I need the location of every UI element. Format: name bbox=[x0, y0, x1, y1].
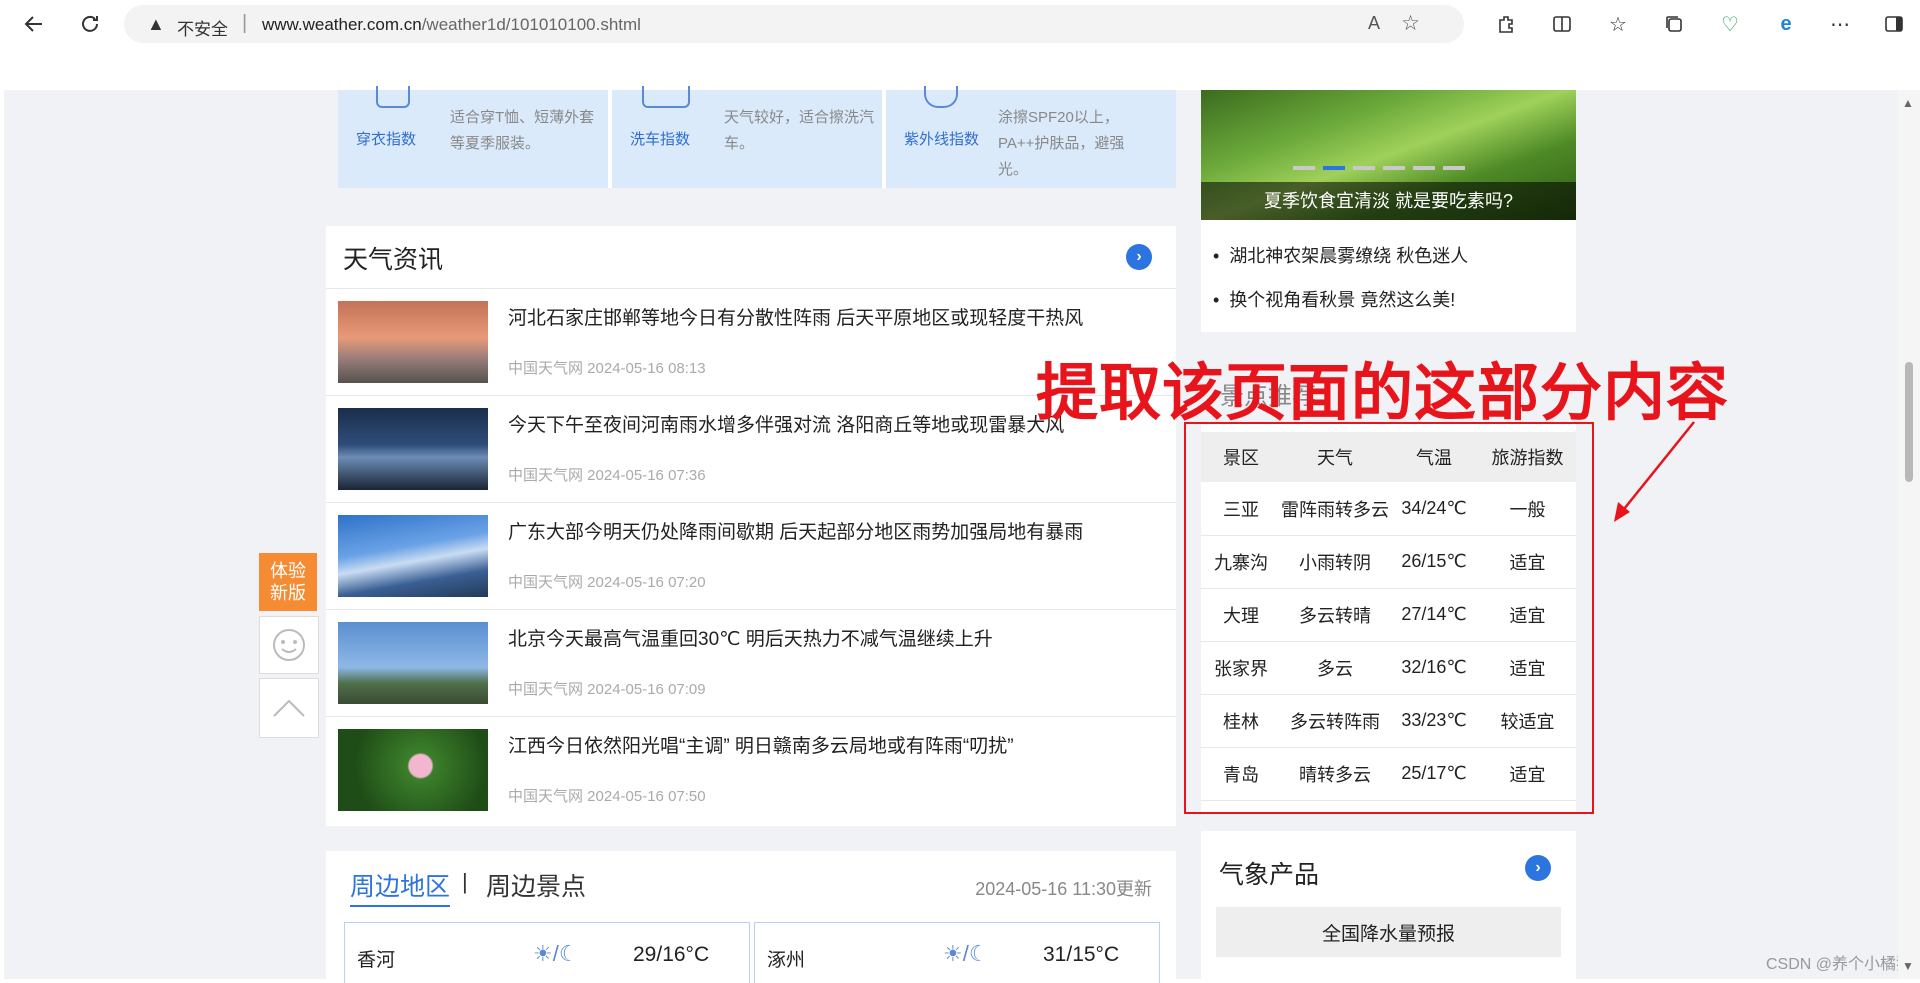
tab-nearby-areas[interactable]: 周边地区 bbox=[350, 867, 451, 907]
feature-photo[interactable]: 夏季饮食宜清淡 就是要吃素吗? bbox=[1201, 90, 1576, 220]
index-desc: 适合穿T恤、短薄外套等夏季服装。 bbox=[450, 109, 595, 152]
news-item[interactable]: 广东大部今明天仍处降雨间歇期 后天起部分地区雨势加强局地有暴雨 中国天气网 20… bbox=[326, 502, 1176, 609]
shirt-icon bbox=[376, 86, 410, 108]
favorite-icon[interactable]: ☆ bbox=[1401, 11, 1420, 36]
address-bar[interactable]: ▲ 不安全 | www.weather.com.cn/weather1d/101… bbox=[124, 5, 1464, 43]
news-headline[interactable]: 江西今日依然阳光唱“主调” 明日赣南多云局地或有阵雨“叨扰” bbox=[508, 731, 1014, 758]
city-temp: 29/16°C bbox=[633, 943, 710, 966]
sidebar-icon[interactable] bbox=[1880, 10, 1908, 38]
carousel-dot[interactable] bbox=[1353, 166, 1375, 170]
news-section-title: 天气资讯 bbox=[343, 246, 444, 274]
scroll-up-icon[interactable]: ▲ bbox=[1902, 96, 1914, 110]
city-weather-item[interactable]: 涿州 ☀/☾ 31/15°C bbox=[754, 922, 1160, 983]
index-label: 洗车指数 bbox=[630, 131, 691, 148]
feature-caption[interactable]: 夏季饮食宜清淡 就是要吃素吗? bbox=[1201, 182, 1576, 220]
news-thumbnail[interactable] bbox=[338, 622, 488, 704]
moon-icon: ☾ bbox=[558, 941, 579, 966]
collections-icon[interactable] bbox=[1660, 10, 1688, 38]
favorites-list-icon[interactable]: ☆ bbox=[1604, 10, 1632, 38]
scroll-down-icon[interactable]: ▼ bbox=[1902, 959, 1914, 973]
split-screen-icon[interactable] bbox=[1548, 10, 1576, 38]
news-meta: 中国天气网 2024-05-16 07:09 bbox=[508, 681, 706, 698]
feature-link[interactable]: 换个视角看秋景 竟然这么美! bbox=[1213, 286, 1455, 312]
sun-cloud-icon: ☀ bbox=[943, 941, 963, 966]
more-icon[interactable]: ⋯ bbox=[1826, 10, 1854, 38]
news-meta: 中国天气网 2024-05-16 08:13 bbox=[508, 360, 706, 377]
news-headline[interactable]: 今天下午至夜间河南雨水增多伴强对流 洛阳商丘等地或现雷暴大风 bbox=[508, 410, 1064, 437]
news-headline[interactable]: 广东大部今明天仍处降雨间歇期 后天起部分地区雨势加强局地有暴雨 bbox=[508, 517, 1083, 544]
browser-toolbar: ▲ 不安全 | www.weather.com.cn/weather1d/101… bbox=[0, 0, 1920, 49]
back-icon[interactable] bbox=[20, 10, 48, 38]
annotation-box bbox=[1184, 422, 1594, 814]
url-host: www.weather.com.cn bbox=[262, 15, 422, 34]
city-name[interactable]: 涿州 bbox=[767, 945, 805, 972]
news-meta: 中国天气网 2024-05-16 07:20 bbox=[508, 574, 706, 591]
news-item[interactable]: 江西今日依然阳光唱“主调” 明日赣南多云局地或有阵雨“叨扰” 中国天气网 202… bbox=[326, 716, 1176, 823]
news-thumbnail[interactable] bbox=[338, 515, 488, 597]
news-item[interactable]: 北京今天最高气温重回30℃ 明后天热力不减气温继续上升 中国天气网 2024-0… bbox=[326, 609, 1176, 716]
read-aloud-icon[interactable]: A bbox=[1368, 13, 1380, 34]
index-cell-uv[interactable]: 紫外线指数 涂擦SPF20以上，PA++护肤品，避强光。 bbox=[886, 86, 1176, 188]
products-card: 气象产品 › 全国降水量预报 bbox=[1201, 831, 1576, 979]
news-headline[interactable]: 北京今天最高气温重回30℃ 明后天热力不减气温继续上升 bbox=[508, 624, 993, 651]
tab-separator: | bbox=[462, 869, 468, 894]
refresh-icon[interactable] bbox=[76, 10, 104, 38]
health-icon[interactable]: ♡ bbox=[1716, 10, 1744, 38]
moon-icon: ☾ bbox=[968, 941, 989, 966]
index-desc: 天气较好，适合擦洗汽车。 bbox=[724, 109, 875, 152]
sun-cloud-icon: ☀ bbox=[533, 941, 553, 966]
chevron-up-icon bbox=[273, 699, 305, 717]
index-cell-carwash[interactable]: 洗车指数 天气较好，适合擦洗汽车。 bbox=[612, 86, 882, 188]
index-desc: 涂擦SPF20以上，PA++护肤品，避强光。 bbox=[998, 109, 1125, 178]
car-icon bbox=[642, 86, 690, 108]
extensions-icon[interactable] bbox=[1492, 10, 1520, 38]
city-weather-item[interactable]: 香河 ☀/☾ 29/16°C bbox=[344, 922, 750, 983]
news-meta: 中国天气网 2024-05-16 07:50 bbox=[508, 788, 706, 805]
carousel-dot[interactable] bbox=[1443, 166, 1465, 170]
address-separator: | bbox=[242, 12, 248, 34]
news-thumbnail[interactable] bbox=[338, 729, 488, 811]
insecure-label[interactable]: 不安全 bbox=[177, 15, 228, 40]
city-name[interactable]: 香河 bbox=[357, 945, 395, 972]
weather-icons: ☀/☾ bbox=[943, 941, 989, 967]
edge-icon[interactable]: e bbox=[1772, 10, 1800, 38]
carousel-dot[interactable] bbox=[1383, 166, 1405, 170]
news-thumbnail[interactable] bbox=[338, 301, 488, 383]
product-precipitation-button[interactable]: 全国降水量预报 bbox=[1216, 907, 1561, 957]
sun-icon bbox=[924, 86, 958, 108]
update-time: 2024-05-16 11:30更新 bbox=[975, 879, 1152, 899]
index-cell-clothing[interactable]: 穿衣指数 适合穿T恤、短薄外套等夏季服装。 bbox=[338, 86, 608, 188]
feature-link[interactable]: 湖北神农架晨雾缭绕 秋色迷人 bbox=[1213, 242, 1468, 268]
carousel-dots[interactable] bbox=[1293, 166, 1465, 170]
feature-links: 湖北神农架晨雾缭绕 秋色迷人 换个视角看秋景 竟然这么美! bbox=[1201, 220, 1576, 332]
scrollbar-thumb[interactable] bbox=[1905, 362, 1913, 482]
products-more-icon[interactable]: › bbox=[1525, 855, 1551, 881]
annotation-arrow-icon bbox=[1614, 421, 1695, 522]
try-new-version-button[interactable]: 体验 新版 bbox=[259, 553, 317, 611]
watermark: CSDN @养个小橘猫 bbox=[1766, 956, 1913, 973]
url-text[interactable]: www.weather.com.cn/weather1d/101010100.s… bbox=[262, 15, 641, 35]
carousel-dot[interactable] bbox=[1413, 166, 1435, 170]
index-label: 穿衣指数 bbox=[356, 131, 417, 148]
products-title: 气象产品 bbox=[1219, 861, 1320, 889]
vertical-scrollbar[interactable]: ▲ ▼ bbox=[1898, 90, 1920, 979]
nearby-card: 周边地区 | 周边景点 2024-05-16 11:30更新 香河 ☀/☾ 29… bbox=[326, 851, 1176, 983]
url-path: /weather1d/101010100.shtml bbox=[421, 15, 641, 34]
news-thumbnail[interactable] bbox=[338, 408, 488, 490]
life-index-panel: 穿衣指数 适合穿T恤、短薄外套等夏季服装。 洗车指数 天气较好，适合擦洗汽车。 … bbox=[338, 86, 1176, 188]
city-temp: 31/15°C bbox=[1043, 943, 1120, 966]
index-label: 紫外线指数 bbox=[904, 131, 980, 148]
weather-icons: ☀/☾ bbox=[533, 941, 579, 967]
carousel-dot-active[interactable] bbox=[1323, 166, 1345, 170]
news-more-icon[interactable]: › bbox=[1126, 244, 1152, 270]
tab-nearby-scenic[interactable]: 周边景点 bbox=[486, 867, 586, 903]
news-headline[interactable]: 河北石家庄邯郸等地今日有分散性阵雨 后天平原地区或现轻度干热风 bbox=[508, 303, 1083, 330]
smile-icon bbox=[273, 629, 305, 661]
feedback-button[interactable] bbox=[259, 616, 319, 674]
page-header-strip bbox=[0, 48, 1920, 90]
warning-icon[interactable]: ▲ bbox=[147, 14, 165, 35]
carousel-dot[interactable] bbox=[1293, 166, 1315, 170]
news-meta: 中国天气网 2024-05-16 07:36 bbox=[508, 467, 706, 484]
back-to-top-button[interactable] bbox=[259, 678, 319, 738]
